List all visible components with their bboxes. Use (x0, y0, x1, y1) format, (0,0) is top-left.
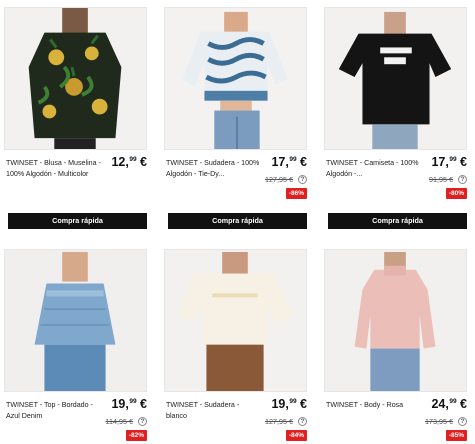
original-price: 127,95 € (265, 417, 293, 426)
original-price: 91,95 € (429, 175, 453, 184)
product-price: 24,99 € (431, 397, 467, 411)
product-name[interactable]: TWINSET - Sudadera - 100% Algodón - Tie-… (166, 158, 262, 179)
product-name[interactable]: TWINSET - Camiseta - 100% Algodón -... (326, 158, 422, 179)
tie-dye-sweatshirt-photo[interactable] (164, 7, 307, 150)
quick-buy-button[interactable]: Compra rápida (168, 213, 307, 229)
denim-top-photo[interactable] (4, 249, 147, 392)
pink-body-photo[interactable] (324, 249, 467, 392)
white-sweatshirt-photo[interactable] (164, 249, 307, 392)
discount-badge: -85% (445, 430, 467, 441)
original-price: 114,95 € (105, 417, 133, 426)
product-price: 17,99 € (431, 155, 467, 169)
discount-badge: -82% (125, 430, 147, 441)
info-icon[interactable]: ? (298, 175, 307, 184)
info-icon[interactable]: ? (138, 417, 147, 426)
product-price: 19,99 € (271, 397, 307, 411)
quick-buy-button[interactable]: Compra rápida (328, 213, 467, 229)
product-name[interactable]: TWINSET - Blusa - Muselina - 100% Algodó… (6, 158, 102, 179)
discount-badge: -86% (285, 188, 307, 199)
info-icon[interactable]: ? (298, 417, 307, 426)
floral-blouse-photo[interactable] (4, 7, 147, 150)
original-price: 127,95 € (265, 175, 293, 184)
discount-badge: -84% (285, 430, 307, 441)
product-name[interactable]: TWINSET - Body - Rosa (326, 400, 422, 411)
product-name[interactable]: TWINSET - Top - Bordado - Azul Denim (6, 400, 102, 421)
info-icon[interactable]: ? (458, 175, 467, 184)
quick-buy-button[interactable]: Compra rápida (8, 213, 147, 229)
black-tshirt-photo[interactable] (324, 7, 467, 150)
product-price: 17,99 € (271, 155, 307, 169)
product-price: 19,99 € (111, 397, 147, 411)
info-icon[interactable]: ? (458, 417, 467, 426)
product-price: 12,99 € (111, 155, 147, 169)
discount-badge: -80% (445, 188, 467, 199)
original-price: 173,95 € (425, 417, 453, 426)
product-name[interactable]: TWINSET - Sudadera - blanco (166, 400, 262, 421)
